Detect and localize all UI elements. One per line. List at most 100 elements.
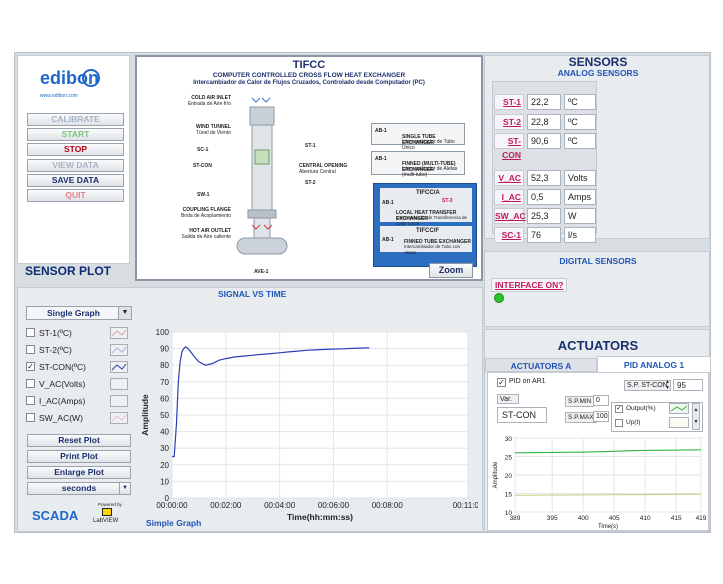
- legend-label: ST-CON(ºC): [39, 362, 87, 372]
- save-data-button[interactable]: SAVE DATA: [27, 174, 124, 187]
- tab-pid-analog-1[interactable]: PID ANALOG 1: [597, 356, 711, 372]
- sensor-unit: ºC: [564, 133, 596, 149]
- sp-value-field[interactable]: 95: [673, 379, 703, 391]
- up-swatch[interactable]: [669, 417, 689, 428]
- pid-x-axis-label: Time(s): [598, 524, 618, 530]
- sensor-value: 22,8: [527, 114, 561, 130]
- legend-label: V_AC(Volts): [39, 379, 86, 389]
- legend-item-swac[interactable]: SW_AC(W): [26, 411, 132, 425]
- legend-swatch[interactable]: [110, 361, 128, 373]
- reset-plot-button[interactable]: Reset Plot: [27, 434, 131, 447]
- sensor-value: 90,6: [527, 133, 561, 149]
- sensor-value: 22,2: [527, 94, 561, 110]
- sensor-label: I_AC: [494, 189, 524, 205]
- x-tick-label: 00:08:00: [372, 501, 404, 510]
- y-tick-label: 30: [160, 444, 169, 453]
- x-tick-label: 00:04:00: [264, 501, 296, 510]
- legend-item-vac[interactable]: V_AC(Volts): [26, 377, 132, 391]
- control-panel: edibon www.edibon.com CALIBRATE START ST…: [17, 55, 130, 264]
- sp-min-field[interactable]: 0: [593, 395, 609, 406]
- st1-label: ST-1: [305, 143, 316, 149]
- ab1-label: AB-1: [375, 128, 387, 134]
- legend-swatch[interactable]: [110, 327, 128, 339]
- pid-x-tick-label: 389: [510, 515, 521, 522]
- sw1-label: SW-1: [197, 192, 210, 198]
- signal-chart: 010203040506070809010000:00:00 00:02:00 00…: [140, 328, 478, 522]
- calibrate-button[interactable]: CALIBRATE: [27, 113, 124, 126]
- legend-item-st1[interactable]: ST-1(ºC): [26, 326, 132, 340]
- time-units-select[interactable]: seconds ▼: [27, 482, 131, 495]
- legend-swatch[interactable]: [110, 395, 128, 407]
- start-button[interactable]: START: [27, 128, 124, 141]
- pid-on-checkbox[interactable]: ✓: [497, 378, 506, 387]
- legend-item-stcon[interactable]: ✓ ST-CON(ºC): [26, 360, 132, 374]
- checkbox[interactable]: [26, 396, 35, 405]
- checkbox[interactable]: [26, 413, 35, 422]
- checkbox[interactable]: [26, 379, 35, 388]
- legend-item-iac[interactable]: I_AC(Amps): [26, 394, 132, 408]
- output-checkbox[interactable]: ✓: [615, 405, 623, 413]
- quit-button[interactable]: QUIT: [27, 189, 124, 202]
- sp-max-field[interactable]: 100: [593, 411, 609, 422]
- zoom-button[interactable]: Zoom: [429, 263, 473, 278]
- checkbox[interactable]: ✓: [26, 362, 35, 371]
- actuators-panel: ACTUATORS ACTUATORS A PID ANALOG 1 ✓ PID…: [484, 329, 711, 532]
- tunnel-drawing: [236, 97, 288, 255]
- x-tick-label: 00:00:00: [156, 501, 188, 510]
- x-tick-label: 00:06:00: [318, 501, 350, 510]
- tifcca-box: TIFCC/A AB-1 ST-3 LOCAL HEAT TRANSFER EX…: [380, 188, 472, 226]
- legend-swatch[interactable]: [110, 378, 128, 390]
- sp-stepper[interactable]: ▲ ▼: [665, 379, 671, 391]
- stop-button[interactable]: STOP: [27, 143, 124, 156]
- finned-es: Intercambiador de Aletas (multi-tubo): [402, 166, 458, 178]
- single-tube-box: AB-1 SINGLE TUBE EXCHANGER Intercambiado…: [371, 123, 465, 151]
- sp-max-label: S.P.MAX: [565, 412, 597, 423]
- legend-label: ST-2(ºC): [39, 345, 72, 355]
- stcon-label: ST-CON: [193, 163, 212, 169]
- pid-x-tick-label: 410: [640, 515, 651, 522]
- legend-scrollbar[interactable]: ▲ ▼: [692, 403, 700, 430]
- chevron-down-icon[interactable]: ▼: [119, 483, 130, 494]
- signal-vs-time-title: SIGNAL VS TIME: [218, 289, 287, 299]
- tab-actuators-a[interactable]: ACTUATORS A: [485, 358, 597, 372]
- legend-swatch[interactable]: [110, 412, 128, 424]
- pid-x-tick-label: 400: [578, 515, 589, 522]
- legend-swatch[interactable]: [110, 344, 128, 356]
- graph-mode-value: Single Graph: [47, 308, 100, 318]
- pid-x-tick-label: 419: [696, 515, 707, 522]
- labview-text: LabVIEW: [93, 518, 119, 524]
- hot-air-label: HOT AIR OUTLET Salida de Aire caliente: [181, 228, 231, 240]
- pid-y-tick-label: 20: [505, 473, 513, 480]
- diagram-subtitle: COMPUTER CONTROLLED CROSS FLOW HEAT EXCH…: [212, 72, 406, 79]
- print-plot-button[interactable]: Print Plot: [27, 450, 131, 463]
- labview-icon: [102, 508, 112, 516]
- tifcca-label: TIFCC/A: [416, 190, 440, 196]
- finned-tube-es: Intercambiador de Tubo con Aletas: [404, 244, 461, 255]
- y-tick-label: 20: [160, 461, 169, 470]
- y-tick-label: 60: [160, 394, 169, 403]
- var-field[interactable]: ST-CON: [497, 407, 547, 423]
- legend-item-st2[interactable]: ST-2(ºC): [26, 343, 132, 357]
- enlarge-plot-button[interactable]: Enlarge Plot: [27, 466, 131, 479]
- view-data-button[interactable]: VIEW DATA: [27, 159, 124, 172]
- graph-footer-label: Simple Graph: [146, 518, 202, 528]
- up-label: Up(t): [626, 419, 641, 426]
- checkbox[interactable]: [26, 345, 35, 354]
- ab1-label-2: AB-1: [375, 156, 387, 162]
- sp-min-label: S.P.MIN: [565, 396, 595, 407]
- ab1-label-3: AB-1: [382, 200, 394, 206]
- optional-units-box: TIFCC/A AB-1 ST-3 LOCAL HEAT TRANSFER EX…: [373, 183, 477, 267]
- chevron-down-icon[interactable]: ▼: [118, 307, 131, 319]
- graph-mode-select[interactable]: Single Graph ▼: [26, 306, 132, 320]
- y-axis-label: Amplitude: [140, 394, 150, 436]
- y-tick-label: 50: [160, 411, 169, 420]
- checkbox[interactable]: [26, 328, 35, 337]
- up-checkbox[interactable]: [615, 419, 623, 427]
- sensor-value: 25,3: [527, 208, 561, 224]
- pid-chart: 1015202530389 395 400 405 410 415 419Amplitude…: [493, 436, 707, 530]
- pid-legend: [611, 402, 703, 432]
- output-swatch[interactable]: [669, 403, 689, 414]
- tifccf-box: TIFCC/F AB-1 FINNED TUBE EXCHANGER Inter…: [380, 226, 472, 255]
- sensor-plot-panel: SIGNAL VS TIME Single Graph ▼ ST-1(ºC) S…: [17, 287, 483, 532]
- pid-y-tick-label: 30: [505, 436, 513, 443]
